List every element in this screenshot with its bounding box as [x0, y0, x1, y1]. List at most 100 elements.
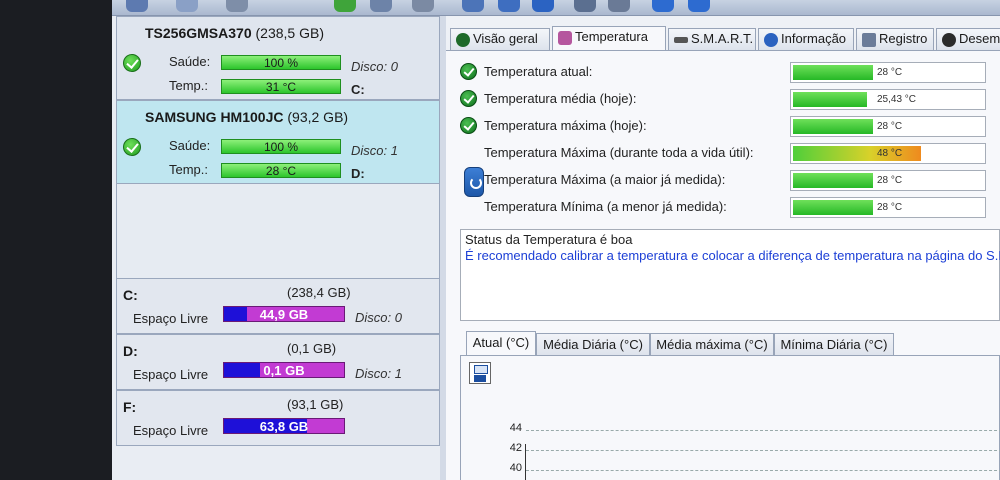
health-bar: 100 %	[221, 139, 341, 154]
status-box: Status da Temperatura é boa É recomendad…	[460, 229, 1000, 321]
toolbar-export-icon[interactable]	[462, 0, 484, 12]
status-ok-icon	[460, 90, 477, 107]
tab-overview[interactable]: Visão geral	[450, 28, 550, 50]
row-label: Temperatura Máxima (durante toda a vida …	[484, 145, 754, 160]
volume-letter: F:	[123, 399, 137, 415]
temp-row-highest-measured: Temperatura Máxima (a maior já medida): …	[446, 167, 1000, 193]
volume-size: (93,1 GB)	[287, 397, 344, 412]
temp-row-lowest-measured: Temperatura Mínima (a menor já medida): …	[446, 194, 1000, 220]
health-ok-icon	[123, 138, 141, 156]
toolbar-computer-icon[interactable]	[574, 0, 596, 12]
toolbar-check-icon[interactable]	[334, 0, 356, 12]
y-tick-label: 40	[509, 462, 522, 474]
disk-name: SAMSUNG HM100JC (93,2 GB)	[145, 109, 349, 125]
toolbar	[112, 0, 1000, 16]
log-icon	[862, 33, 876, 47]
y-tick-label: 44	[509, 422, 522, 434]
toolbar-search-icon[interactable]	[370, 0, 392, 12]
volume-size: (0,1 GB)	[287, 341, 337, 356]
graph-tab-current[interactable]: Atual (°C)	[466, 331, 536, 355]
drive-letter: D:	[351, 166, 365, 181]
graph-tab-max-average[interactable]: Média máxima (°C)	[650, 333, 774, 355]
disk-number: Disco: 0	[351, 59, 398, 74]
toolbar-list-icon[interactable]	[176, 0, 198, 12]
row-label: Temperatura média (hoje):	[484, 91, 637, 106]
free-space-label: Espaço Livre	[133, 423, 209, 438]
row-label: Temperatura máxima (hoje):	[484, 118, 647, 133]
toolbar-disk-icon[interactable]	[126, 0, 148, 12]
grid-line	[526, 470, 1000, 471]
temp-bar: 25,43 °C	[790, 89, 986, 110]
check-circle-icon	[456, 33, 470, 47]
health-ok-icon	[123, 54, 141, 72]
disk-number: Disco: 1	[351, 143, 398, 158]
health-label: Saúde:	[169, 54, 211, 69]
tab-performance[interactable]: Desempenho	[936, 28, 1000, 50]
monitor-bezel: TS256GMSA370 (238,5 GB) Saúde: 100 % Dis…	[0, 0, 1000, 480]
graph-panel: 44 42 40 38	[460, 355, 1000, 480]
toolbar-about-icon[interactable]	[688, 0, 710, 12]
temperature-tab-content: Temperatura atual: 28 °C Temperatura méd…	[446, 50, 1000, 480]
toolbar-help-icon[interactable]	[652, 0, 674, 12]
temp-bar: 28 °C	[221, 163, 341, 178]
row-label: Temperatura Máxima (a maior já medida):	[484, 172, 726, 187]
grid-line	[526, 430, 1000, 431]
drive-letter: C:	[351, 82, 365, 97]
temp-bar: 48 °C	[790, 143, 986, 164]
free-space-bar: 44,9 GB	[223, 306, 345, 322]
grid-line	[526, 450, 1000, 451]
graph-tab-daily-min[interactable]: Mínima Diária (°C)	[774, 333, 894, 355]
tab-temperature[interactable]: Temperatura	[552, 26, 666, 50]
volume-item-f[interactable]: F: (93,1 GB) Espaço Livre 63,8 GB	[116, 390, 440, 446]
graph-tab-daily-average[interactable]: Média Diária (°C)	[536, 333, 650, 355]
toolbar-print-icon[interactable]	[608, 0, 630, 12]
graph-tabs: Atual (°C) Média Diária (°C) Média máxim…	[460, 331, 1000, 357]
volume-letter: C:	[123, 287, 138, 303]
disk-number: Disco: 0	[355, 310, 402, 325]
status-text: Status da Temperatura é boa	[465, 232, 633, 247]
y-tick-label: 42	[509, 442, 522, 454]
temp-bar: 28 °C	[790, 62, 986, 83]
disk-number: Disco: 1	[355, 366, 402, 381]
reset-icon[interactable]	[464, 167, 484, 197]
temp-bar: 28 °C	[790, 197, 986, 218]
thermometer-icon	[558, 31, 572, 45]
tab-information[interactable]: Informação	[758, 28, 854, 50]
status-ok-icon	[460, 117, 477, 134]
volume-letter: D:	[123, 343, 138, 359]
toolbar-network-icon[interactable]	[498, 0, 520, 12]
app-window: TS256GMSA370 (238,5 GB) Saúde: 100 % Dis…	[112, 0, 1000, 480]
right-panel: Visão geral Temperatura S.M.A.R.T. Infor…	[446, 16, 1000, 480]
recommendation-text: É recomendado calibrar a temperatura e c…	[465, 248, 1000, 263]
tab-log[interactable]: Registro	[856, 28, 934, 50]
row-label: Temperatura Mínima (a menor já medida):	[484, 199, 727, 214]
volume-size: (238,4 GB)	[287, 285, 351, 300]
left-panel: TS256GMSA370 (238,5 GB) Saúde: 100 % Dis…	[116, 16, 440, 480]
performance-icon	[942, 33, 956, 47]
free-space-bar: 0,1 GB	[223, 362, 345, 378]
save-icon[interactable]	[469, 362, 491, 384]
main-tabs: Visão geral Temperatura S.M.A.R.T. Infor…	[446, 26, 1000, 50]
temp-row-current: Temperatura atual: 28 °C	[446, 59, 1000, 85]
disk-item-0[interactable]: TS256GMSA370 (238,5 GB) Saúde: 100 % Dis…	[116, 16, 440, 100]
health-bar: 100 %	[221, 55, 341, 70]
volume-item-d[interactable]: D: (0,1 GB) Espaço Livre 0,1 GB Disco: 1	[116, 334, 440, 390]
free-space-label: Espaço Livre	[133, 311, 209, 326]
free-space-label: Espaço Livre	[133, 367, 209, 382]
tab-smart[interactable]: S.M.A.R.T.	[668, 28, 756, 50]
toolbar-drive-icon[interactable]	[412, 0, 434, 12]
temp-bar: 28 °C	[790, 170, 986, 191]
volume-item-c[interactable]: C: (238,4 GB) Espaço Livre 44,9 GB Disco…	[116, 278, 440, 334]
temperature-graph: 44 42 40 38	[510, 422, 1000, 480]
temp-bar: 31 °C	[221, 79, 341, 94]
temp-row-max-today: Temperatura máxima (hoje): 28 °C	[446, 113, 1000, 139]
temp-row-lifetime-max: Temperatura Máxima (durante toda a vida …	[446, 140, 1000, 166]
row-label: Temperatura atual:	[484, 64, 593, 79]
smart-icon	[674, 37, 688, 43]
temp-label: Temp.:	[169, 162, 209, 177]
status-ok-icon	[460, 63, 477, 80]
toolbar-refresh-icon[interactable]	[226, 0, 248, 12]
disk-item-1[interactable]: SAMSUNG HM100JC (93,2 GB) Saúde: 100 % D…	[116, 100, 440, 184]
toolbar-settings-icon[interactable]	[532, 0, 554, 12]
info-icon	[764, 33, 778, 47]
